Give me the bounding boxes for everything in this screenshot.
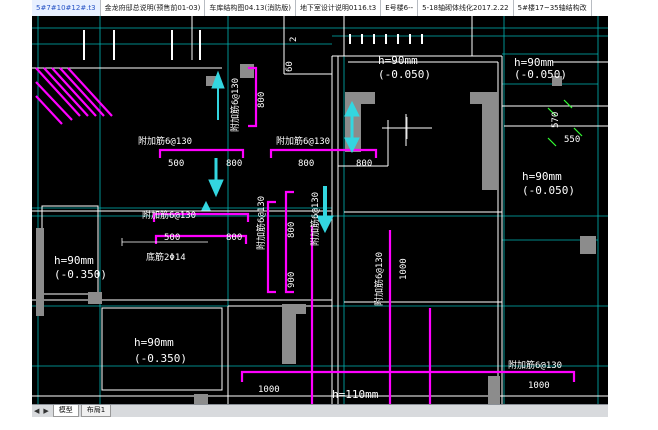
file-tab[interactable]: 5#楼17~35轴结构改 xyxy=(514,0,592,16)
dim-text: 800 xyxy=(298,159,314,169)
rebar-label: 附加筋6@130 xyxy=(229,78,241,132)
tab-model[interactable]: 模型 xyxy=(52,405,79,417)
dim-text: 500 xyxy=(168,159,184,169)
slab-thickness-label: h=90mm xyxy=(54,254,94,267)
cad-hatch xyxy=(35,67,113,125)
dim-text: 800 xyxy=(226,233,242,243)
file-tab[interactable]: 车库结构图04.13(消防版) xyxy=(205,0,296,16)
file-tab[interactable]: E号楼6-- xyxy=(381,0,419,16)
rebar-label: 附加筋6@130 xyxy=(309,192,321,246)
rebar-label: 附加筋6@130 xyxy=(373,252,385,306)
dim-text: 60 xyxy=(285,61,295,72)
slab-elevation-label: (-0.350) xyxy=(54,268,107,281)
cad-drawing: h=90mm (-0.050) h=90mm (-0.050) h=90mm (… xyxy=(32,16,608,404)
slab-thickness-label: h=110mm xyxy=(332,388,379,401)
file-tab[interactable]: 5-18轴砌体线化2017.2.22 xyxy=(418,0,514,16)
dim-text: 800 xyxy=(257,92,267,108)
dim-text: 1000 xyxy=(399,258,409,280)
rebar-label: 附加筋6@130 xyxy=(508,359,562,371)
dim-text: 1000 xyxy=(528,381,550,391)
layout-tab-bar: ◀ ▶ 模型 布局1 xyxy=(32,404,608,417)
slab-thickness-label: h=90mm xyxy=(134,336,174,349)
slab-elevation-label: (-0.350) xyxy=(134,352,187,365)
file-tab[interactable]: 金龙府邸总说明(预售前01-03) xyxy=(101,0,206,16)
slab-thickness-label: h=90mm xyxy=(378,54,418,67)
dim-text: 900 xyxy=(287,272,297,288)
slab-elevation-label: (-0.050) xyxy=(522,184,575,197)
dim-text: 800 xyxy=(226,159,242,169)
dim-text: 500 xyxy=(164,233,180,243)
file-tab-bar: 5#7#10#12#.t3 金龙府邸总说明(预售前01-03) 车库结构图04.… xyxy=(32,0,608,17)
dim-text: 1000 xyxy=(258,385,280,395)
cad-dimensions: 500 800 800 800 500 800 1000 1000 550 底筋… xyxy=(138,135,580,395)
dim-text: 800 xyxy=(356,159,372,169)
tab-layout1[interactable]: 布局1 xyxy=(80,405,112,417)
dim-text: 800 xyxy=(287,222,297,238)
slab-thickness-label: h=90mm xyxy=(522,170,562,183)
rebar-label: 附加筋6@130 xyxy=(276,135,330,147)
dim-text: 2 xyxy=(289,37,299,42)
slab-elevation-label: (-0.050) xyxy=(378,68,431,81)
next-tab-icon[interactable]: ▶ xyxy=(41,407,50,415)
rebar-label: 附加筋6@130 xyxy=(142,209,196,221)
dim-text: 570 xyxy=(551,112,561,128)
slab-elevation-label: (-0.050) xyxy=(514,68,567,81)
dim-text: 550 xyxy=(564,135,580,145)
rebar-label: 附加筋6@130 xyxy=(138,135,192,147)
crosshair-cursor-icon xyxy=(396,117,418,139)
file-tab[interactable]: 地下室设计说明0116.t3 xyxy=(296,0,382,16)
file-tab[interactable]: 5#7#10#12#.t3 xyxy=(32,0,101,16)
drawing-canvas[interactable]: h=90mm (-0.050) h=90mm (-0.050) h=90mm (… xyxy=(32,16,608,404)
rebar-label: 附加筋6@130 xyxy=(255,196,267,250)
rebar-note: 底筋2Φ14 xyxy=(146,251,186,263)
prev-tab-icon[interactable]: ◀ xyxy=(32,407,41,415)
